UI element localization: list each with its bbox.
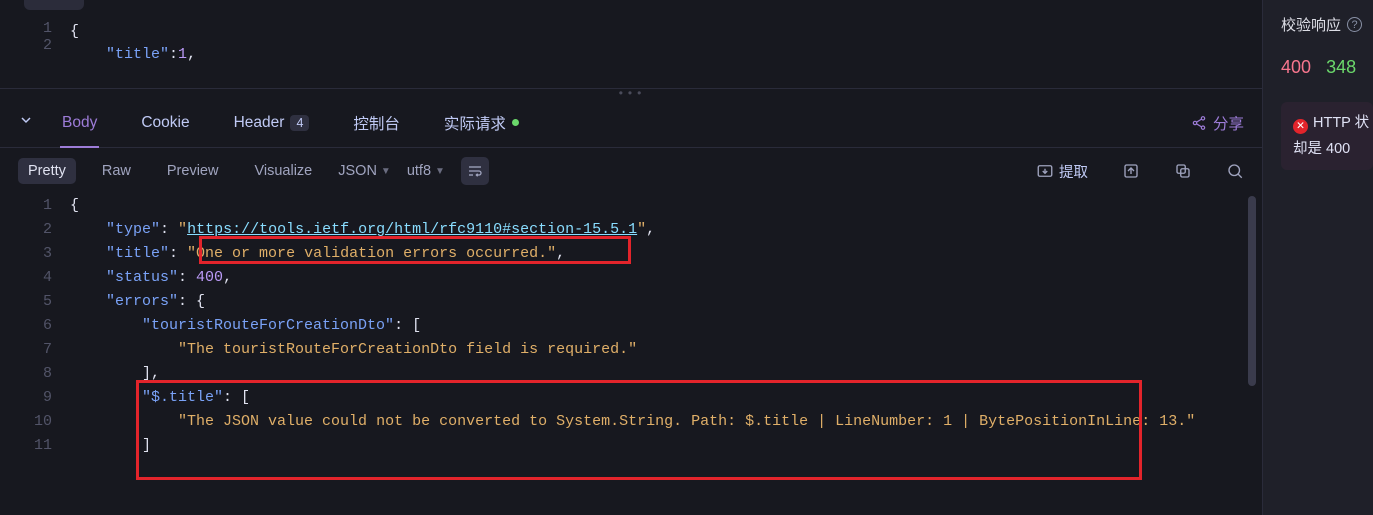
code-line: "errors": { bbox=[70, 290, 1262, 314]
format-preview[interactable]: Preview bbox=[157, 158, 229, 184]
search-icon[interactable] bbox=[1226, 162, 1244, 180]
code-line: "title": "One or more validation errors … bbox=[70, 242, 1262, 266]
pane-splitter[interactable]: ••• bbox=[0, 88, 1262, 98]
chevron-down-icon: ▼ bbox=[381, 166, 391, 177]
code-line: ], bbox=[70, 362, 1262, 386]
format-visualize[interactable]: Visualize bbox=[244, 158, 322, 184]
chevron-down-icon: ▼ bbox=[435, 166, 445, 177]
code-line: "The touristRouteForCreationDto field is… bbox=[70, 338, 1262, 362]
status-dot-icon bbox=[512, 119, 519, 126]
select-value: JSON bbox=[338, 163, 377, 179]
status-codes: 400 348 bbox=[1281, 57, 1373, 78]
line-gutter: 1234567891011 bbox=[0, 194, 70, 515]
code-area[interactable]: { "type": "https://tools.ietf.org/html/r… bbox=[70, 194, 1262, 515]
format-raw[interactable]: Raw bbox=[92, 158, 141, 184]
code-line: "status": 400, bbox=[70, 266, 1262, 290]
encoding-select[interactable]: utf8 ▼ bbox=[407, 163, 445, 179]
code-line: "$.title": [ bbox=[70, 386, 1262, 410]
code-line: "title":1, bbox=[70, 43, 1262, 66]
code-line: { bbox=[70, 194, 1262, 218]
tab-cookie[interactable]: Cookie bbox=[119, 98, 211, 147]
status-extra: 348 bbox=[1326, 57, 1356, 77]
validation-error: ✕HTTP 状 却是 400 bbox=[1281, 102, 1373, 170]
collapse-toggle[interactable] bbox=[18, 112, 40, 133]
tab-header[interactable]: Header 4 bbox=[212, 98, 332, 147]
tab-body[interactable]: Body bbox=[40, 98, 119, 147]
sidebar-title: 校验响应 ? bbox=[1281, 14, 1373, 35]
format-pretty[interactable]: Pretty bbox=[18, 158, 76, 184]
tab-label: Body bbox=[62, 114, 97, 132]
format-bar: Pretty Raw Preview Visualize JSON ▼ utf8… bbox=[0, 148, 1262, 194]
editor-top-handle bbox=[24, 0, 84, 10]
code-line: "The JSON value could not be converted t… bbox=[70, 410, 1262, 434]
tab-actual-request[interactable]: 实际请求 bbox=[422, 98, 541, 147]
status-code: 400 bbox=[1281, 57, 1311, 77]
request-body-editor[interactable]: 12 { "title":1, bbox=[0, 0, 1262, 88]
validation-sidebar: 校验响应 ? 400 348 ✕HTTP 状 却是 400 bbox=[1262, 0, 1373, 515]
code-line: "type": "https://tools.ietf.org/html/rfc… bbox=[70, 218, 1262, 242]
tab-label: Header bbox=[234, 114, 285, 132]
extract-button[interactable]: 提取 bbox=[1036, 161, 1088, 182]
header-count-badge: 4 bbox=[290, 115, 309, 131]
language-select[interactable]: JSON ▼ bbox=[338, 163, 391, 179]
tab-console[interactable]: 控制台 bbox=[331, 98, 422, 147]
line-gutter: 12 bbox=[0, 20, 70, 66]
extract-label: 提取 bbox=[1059, 161, 1088, 182]
share-label: 分享 bbox=[1213, 112, 1244, 134]
select-value: utf8 bbox=[407, 163, 431, 179]
tab-label: Cookie bbox=[141, 114, 189, 132]
code-area[interactable]: { "title":1, bbox=[70, 20, 1262, 66]
response-body-editor[interactable]: 1234567891011 { "type": "https://tools.i… bbox=[0, 194, 1262, 515]
share-icon bbox=[1191, 115, 1207, 131]
error-icon: ✕ bbox=[1293, 119, 1308, 134]
code-line: { bbox=[70, 20, 1262, 43]
share-button[interactable]: 分享 bbox=[1191, 112, 1244, 134]
code-line: "touristRouteForCreationDto": [ bbox=[70, 314, 1262, 338]
copy-icon[interactable] bbox=[1174, 162, 1192, 180]
code-line: ] bbox=[70, 434, 1262, 458]
tab-label: 控制台 bbox=[353, 112, 400, 134]
word-wrap-button[interactable] bbox=[461, 157, 489, 185]
help-icon[interactable]: ? bbox=[1347, 17, 1362, 32]
scrollbar[interactable] bbox=[1248, 196, 1256, 386]
response-tabs: Body Cookie Header 4 控制台 实际请求 分享 bbox=[0, 98, 1262, 148]
tab-label: 实际请求 bbox=[444, 112, 506, 134]
extract-icon bbox=[1036, 162, 1054, 180]
export-icon[interactable] bbox=[1122, 162, 1140, 180]
wrap-icon bbox=[467, 163, 483, 179]
